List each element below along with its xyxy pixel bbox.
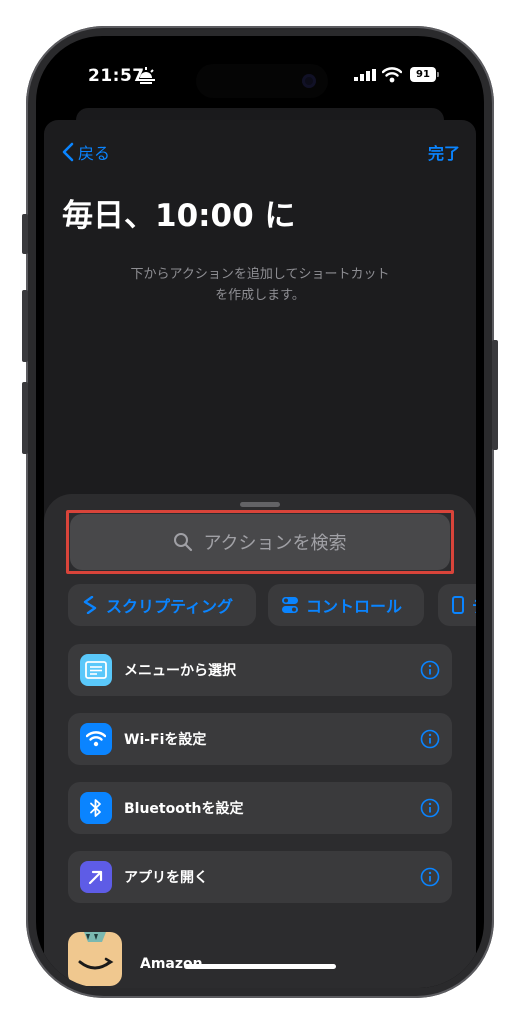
- info-icon[interactable]: [420, 867, 440, 887]
- cellular-signal-icon: [354, 69, 376, 81]
- back-button[interactable]: 戻る: [62, 140, 110, 164]
- volume-up-button: [22, 290, 28, 362]
- volume-down-button: [22, 382, 28, 454]
- wifi-status-icon: [382, 67, 402, 83]
- hint-line-1: 下からアクションを追加してショートカット: [130, 267, 390, 282]
- action-label: Bluetoothを設定: [124, 801, 244, 817]
- action-label: メニューから選択: [124, 663, 236, 679]
- toggle-icon: [282, 597, 298, 613]
- action-row-choose-from-menu[interactable]: メニューから選択: [68, 644, 452, 696]
- status-bar: 21:57 91: [36, 36, 484, 116]
- action-row-open-app[interactable]: アプリを開く: [68, 851, 452, 903]
- info-icon[interactable]: [420, 798, 440, 818]
- chevron-left-icon: [62, 142, 74, 162]
- category-chips: スクリプティング コントロール デ: [68, 584, 476, 626]
- chip-label: デ: [472, 593, 476, 617]
- wifi-icon: [80, 723, 112, 755]
- open-app-arrow-icon: [80, 861, 112, 893]
- action-row-set-wifi[interactable]: Wi-Fiを設定: [68, 713, 452, 765]
- hint-line-2: を作成します。: [215, 288, 305, 303]
- power-button: [492, 340, 498, 450]
- info-icon[interactable]: [420, 660, 440, 680]
- menu-list-icon: [80, 654, 112, 686]
- front-camera: [302, 74, 316, 88]
- back-label: 戻る: [78, 144, 111, 163]
- battery-tip: [437, 72, 439, 77]
- done-button[interactable]: 完了: [428, 140, 460, 164]
- action-label: アプリを開く: [124, 870, 208, 886]
- action-panel: アクションを検索 スクリプティング コントロール メニューから選択 Wi-Fiを…: [44, 494, 476, 988]
- chip-scripting[interactable]: スクリプティング: [68, 584, 256, 626]
- chip-device[interactable]: デ: [438, 584, 476, 626]
- info-icon[interactable]: [420, 729, 440, 749]
- scripting-icon: [83, 596, 97, 614]
- bluetooth-icon: [80, 792, 112, 824]
- sunset-icon: [137, 67, 155, 84]
- chip-label: スクリプティング: [106, 597, 234, 616]
- device-icon: [452, 596, 464, 614]
- empty-hint: 下からアクションを追加してショートカット を作成します。: [110, 264, 410, 306]
- home-indicator[interactable]: [184, 964, 336, 969]
- page-title: 毎日、10:00 に: [62, 198, 296, 234]
- chip-controls[interactable]: コントロール: [268, 584, 424, 626]
- search-highlight-box: [66, 510, 454, 574]
- sheet-grabber[interactable]: [240, 502, 280, 507]
- chip-label: コントロール: [306, 597, 403, 616]
- action-row-set-bluetooth[interactable]: Bluetoothを設定: [68, 782, 452, 834]
- amazon-app-icon[interactable]: [68, 932, 122, 986]
- action-label: Wi-Fiを設定: [124, 732, 207, 748]
- action-button: [22, 214, 28, 254]
- screen: 21:57 91 戻る 完了 毎日、10:00 に 下からアクションを追加してシ…: [36, 36, 484, 988]
- battery-indicator: 91: [410, 67, 436, 82]
